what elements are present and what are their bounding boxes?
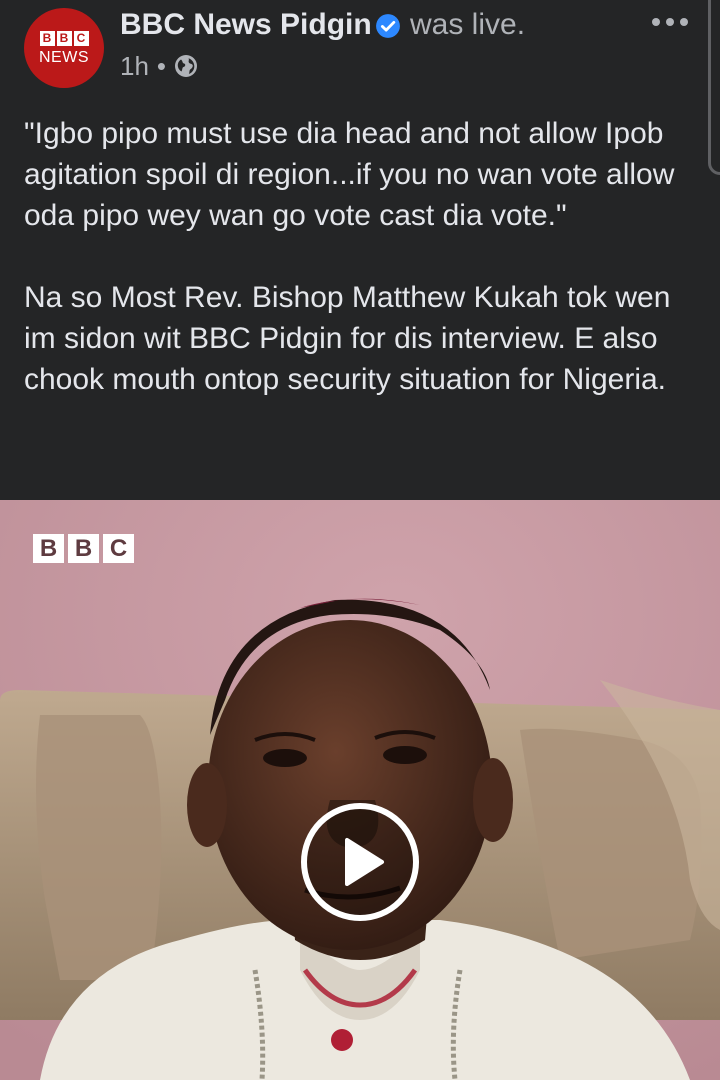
- more-options-button[interactable]: [640, 6, 700, 38]
- page-avatar[interactable]: B B C NEWS: [24, 8, 104, 88]
- avatar-logo-block: C: [73, 30, 89, 46]
- avatar-logo-block: B: [39, 30, 55, 46]
- avatar-logo-blocks: B B C: [39, 30, 89, 46]
- video-thumbnail: [0, 500, 720, 1080]
- bbc-watermark-logo: B B C: [33, 534, 134, 563]
- watermark-block: C: [103, 534, 134, 563]
- post-paragraph: Na so Most Rev. Bishop Matthew Kukah tok…: [24, 281, 671, 396]
- avatar-logo-word: NEWS: [39, 48, 89, 66]
- watermark-block: B: [33, 534, 64, 563]
- more-options-icon: [666, 18, 674, 26]
- globe-icon[interactable]: [174, 54, 198, 78]
- watermark-block: B: [68, 534, 99, 563]
- play-button-icon[interactable]: [300, 802, 420, 922]
- post-paragraph: "Igbo pipo must use dia head and not all…: [24, 117, 675, 232]
- avatar-logo-block: B: [56, 30, 72, 46]
- page-name-link[interactable]: BBC News Pidgin: [120, 8, 372, 42]
- verified-badge-icon: [376, 14, 400, 38]
- post-text: "Igbo pipo must use dia head and not all…: [24, 113, 704, 400]
- meta-separator: •: [156, 51, 167, 81]
- more-options-icon: [680, 18, 688, 26]
- live-status-text: was live.: [410, 8, 526, 41]
- post-timestamp[interactable]: 1h: [120, 50, 149, 82]
- post-header: B B C NEWS BBC News Pidgin was live. 1h …: [0, 0, 720, 100]
- video-player[interactable]: B B C: [0, 500, 720, 1080]
- post-card: B B C NEWS BBC News Pidgin was live. 1h …: [0, 0, 720, 1080]
- post-meta: 1h •: [120, 50, 198, 82]
- more-options-icon: [652, 18, 660, 26]
